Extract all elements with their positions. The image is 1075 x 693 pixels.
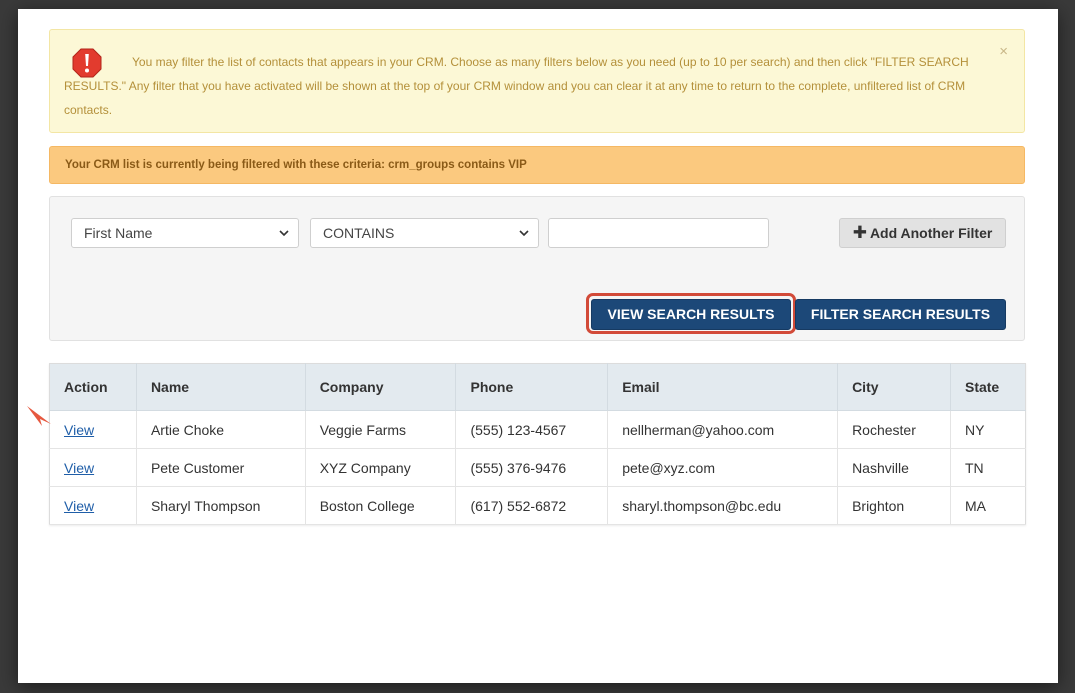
contacts-table: Action Name Company Phone Email City Sta…: [49, 363, 1026, 525]
cell-phone: (555) 123-4567: [455, 410, 609, 449]
cell-state: NY: [950, 410, 1026, 449]
cell-city: Brighton: [837, 486, 951, 525]
column-header-email: Email: [607, 363, 839, 411]
chevron-down-icon: [519, 230, 529, 237]
column-header-city: City: [837, 363, 951, 411]
cell-company: Boston College: [305, 486, 457, 525]
table-row: View Sharyl Thompson Boston College (617…: [49, 486, 1026, 525]
cell-phone: (555) 376-9476: [455, 448, 609, 487]
alert-close-button[interactable]: ×: [999, 44, 1008, 59]
filter-search-results-button[interactable]: FILTER SEARCH RESULTS: [795, 299, 1006, 330]
cell-city: Rochester: [837, 410, 951, 449]
pointer-arrow-icon: [27, 406, 51, 426]
filter-modal: You may filter the list of contacts that…: [18, 9, 1058, 683]
cell-phone: (617) 552-6872: [455, 486, 609, 525]
column-header-company: Company: [305, 363, 457, 411]
cell-company: XYZ Company: [305, 448, 457, 487]
cell-email: nellherman@yahoo.com: [607, 410, 839, 449]
filter-field-select[interactable]: First Name: [71, 218, 299, 248]
view-search-results-button[interactable]: VIEW SEARCH RESULTS: [591, 299, 791, 330]
table-row: View Artie Choke Veggie Farms (555) 123-…: [49, 410, 1026, 449]
filter-panel: First Name CONTAINS ✚ Add Another Filter …: [49, 196, 1025, 341]
column-header-name: Name: [136, 363, 306, 411]
view-link[interactable]: View: [64, 422, 94, 438]
view-link[interactable]: View: [64, 498, 94, 514]
cell-name: Pete Customer: [136, 448, 306, 487]
exclamation-icon: [72, 48, 102, 78]
cell-state: MA: [950, 486, 1026, 525]
column-header-state: State: [950, 363, 1026, 411]
active-filter-banner: Your CRM list is currently being filtere…: [49, 146, 1025, 184]
plus-icon: ✚: [852, 223, 867, 242]
active-filter-text: Your CRM list is currently being filtere…: [65, 159, 527, 171]
filter-info-alert: You may filter the list of contacts that…: [49, 29, 1025, 133]
chevron-down-icon: [279, 230, 289, 237]
cell-state: TN: [950, 448, 1026, 487]
cell-email: pete@xyz.com: [607, 448, 839, 487]
cell-company: Veggie Farms: [305, 410, 457, 449]
filter-operator-select[interactable]: CONTAINS: [310, 218, 539, 248]
cell-email: sharyl.thompson@bc.edu: [607, 486, 839, 525]
filter-operator-value: CONTAINS: [323, 225, 395, 241]
cell-city: Nashville: [837, 448, 951, 487]
add-filter-button[interactable]: ✚ Add Another Filter: [839, 218, 1006, 248]
filter-value-input[interactable]: [548, 218, 769, 248]
table-row: View Pete Customer XYZ Company (555) 376…: [49, 448, 1026, 487]
column-header-action: Action: [49, 363, 137, 411]
cell-name: Sharyl Thompson: [136, 486, 306, 525]
table-header-row: Action Name Company Phone Email City Sta…: [49, 363, 1026, 411]
column-header-phone: Phone: [455, 363, 609, 411]
cell-name: Artie Choke: [136, 410, 306, 449]
alert-message: You may filter the list of contacts that…: [64, 55, 969, 117]
filter-field-value: First Name: [84, 225, 153, 241]
view-link[interactable]: View: [64, 460, 94, 476]
